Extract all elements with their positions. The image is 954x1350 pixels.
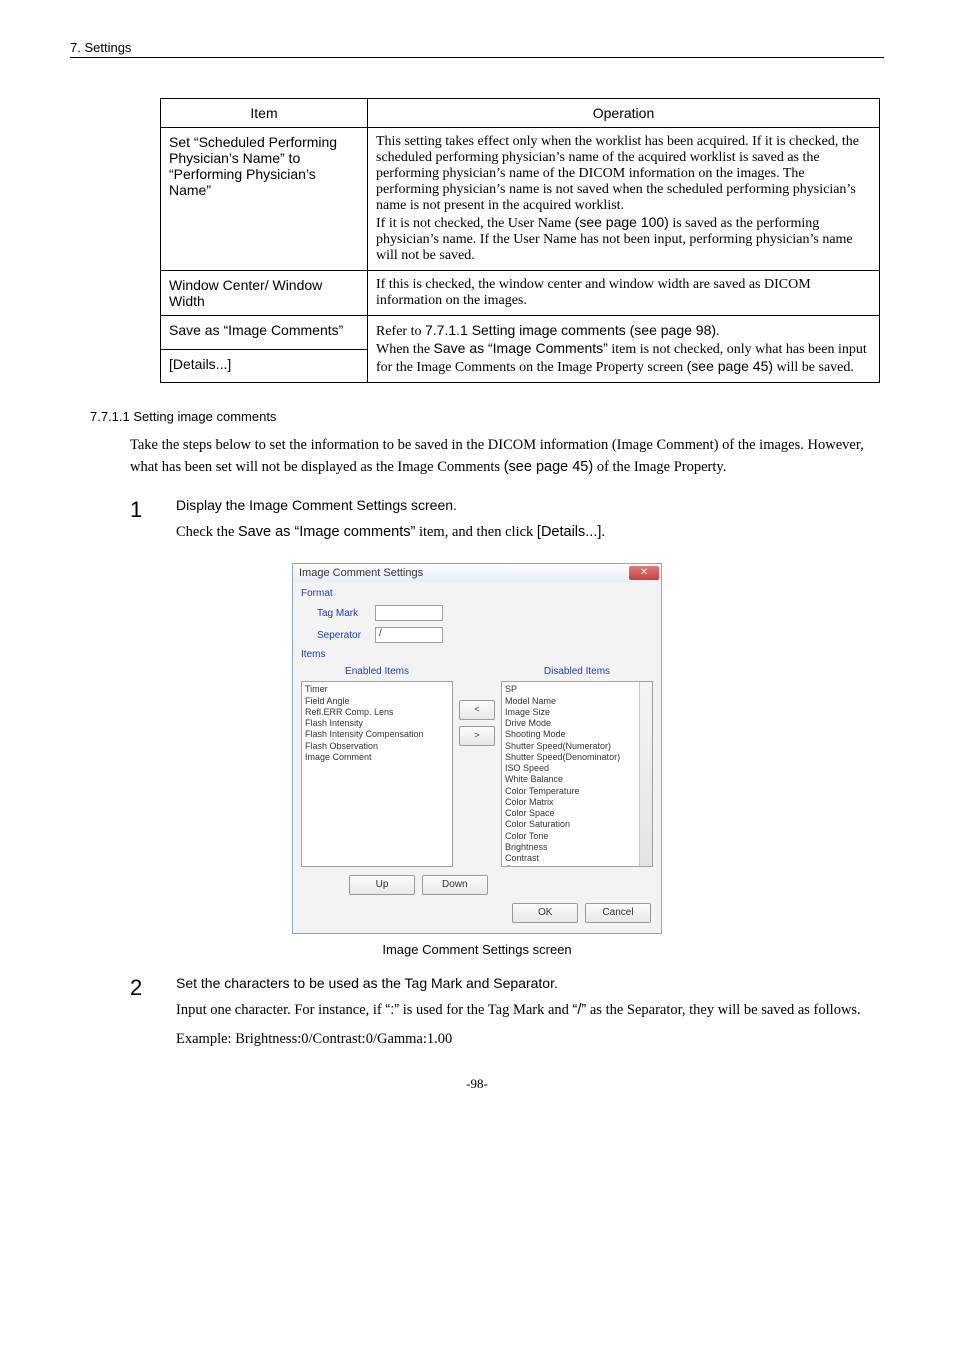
- separator-input[interactable]: /: [375, 627, 443, 643]
- row3-op: Refer to 7.7.1.1 Setting image comments …: [368, 316, 880, 383]
- up-button[interactable]: Up: [349, 875, 415, 895]
- row1-op-p2a: If it is not checked, the User Name: [376, 216, 575, 231]
- header-section: 7. Settings: [70, 40, 131, 55]
- tagmark-input[interactable]: [375, 605, 443, 621]
- row3-d: When the: [376, 342, 434, 357]
- separator-label: Seperator: [317, 630, 375, 641]
- s1c: item, and then click: [415, 524, 537, 540]
- tagmark-label: Tag Mark: [317, 608, 375, 619]
- disabled-head: Disabled Items: [501, 666, 653, 677]
- enabled-list[interactable]: Timer Field Angle Refl.ERR Comp. Lens Fl…: [301, 681, 453, 867]
- s2c: as the Separator, they will be saved as …: [586, 1002, 860, 1018]
- s1a: Check the: [176, 524, 238, 540]
- th-item: Item: [161, 99, 368, 128]
- intro-paragraph: Take the steps below to set the informat…: [130, 434, 890, 479]
- format-group-label: Format: [301, 588, 653, 599]
- row1-op-p2b: (see page 100): [575, 214, 669, 230]
- step-1-lead: Display the Image Comment Settings scree…: [176, 497, 884, 513]
- s2a: Input one character. For instance, if: [176, 1002, 385, 1018]
- move-right-button[interactable]: >: [459, 726, 495, 746]
- row2-item: Window Center/ Window Width: [161, 271, 368, 316]
- row3-h: will be saved.: [773, 360, 854, 375]
- intro-b: (see page 45): [504, 459, 593, 475]
- th-operation: Operation: [368, 99, 880, 128]
- step-1-sub: Check the Save as “Image comments” item,…: [176, 521, 884, 543]
- s1e: .: [601, 524, 605, 540]
- step-2-number: 2: [130, 975, 176, 1001]
- down-button[interactable]: Down: [422, 875, 488, 895]
- intro-a: Take the steps below to set the informat…: [130, 437, 864, 475]
- row1-item: Set “Scheduled Performing Physician’s Na…: [161, 128, 368, 271]
- move-left-button[interactable]: <: [459, 700, 495, 720]
- row3-c: .: [716, 324, 720, 339]
- s1b: Save as “Image comments”: [238, 524, 415, 540]
- row1-op-p1: This setting takes effect only when the …: [376, 134, 859, 213]
- close-icon[interactable]: ✕: [629, 566, 659, 580]
- ok-button[interactable]: OK: [512, 903, 578, 923]
- row3-a: Refer to: [376, 324, 425, 339]
- row3-g: (see page 45): [687, 358, 773, 374]
- enabled-list-content: Timer Field Angle Refl.ERR Comp. Lens Fl…: [305, 684, 449, 763]
- step-1-number: 1: [130, 497, 176, 523]
- intro-c: of the Image Property.: [593, 459, 726, 475]
- step-2-sub2: Example: Brightness:0/Contrast:0/Gamma:1…: [176, 1028, 884, 1050]
- row3-item: Save as “Image Comments”: [161, 316, 368, 350]
- subsection-head: 7.7.1.1 Setting image comments: [90, 409, 884, 424]
- row3-b: 7.7.1.1 Setting image comments (see page…: [425, 322, 716, 338]
- dialog-caption: Image Comment Settings screen: [70, 942, 884, 957]
- cancel-button[interactable]: Cancel: [585, 903, 651, 923]
- step-2: 2 Set the characters to be used as the T…: [130, 975, 884, 1056]
- enabled-head: Enabled Items: [301, 666, 453, 677]
- disabled-list[interactable]: SP Model Name Image Size Drive Mode Shoo…: [501, 681, 653, 867]
- page-number: -98-: [70, 1076, 884, 1092]
- step-2-sub1: Input one character. For instance, if “:…: [176, 999, 884, 1021]
- s2b: is used for the Tag Mark and: [399, 1002, 572, 1018]
- disabled-list-content: SP Model Name Image Size Drive Mode Shoo…: [505, 684, 649, 867]
- s1d: [Details...]: [537, 524, 601, 540]
- dialog-title: Image Comment Settings: [299, 567, 423, 579]
- row4-item: [Details...]: [161, 349, 368, 383]
- items-group-label: Items: [301, 649, 653, 660]
- settings-table: Item Operation Set “Scheduled Performing…: [160, 98, 880, 383]
- s2q1: “:”: [385, 1002, 399, 1018]
- step-2-lead: Set the characters to be used as the Tag…: [176, 975, 884, 991]
- step-1: 1 Display the Image Comment Settings scr…: [130, 497, 884, 549]
- row1-op: This setting takes effect only when the …: [368, 128, 880, 271]
- row2-op: If this is checked, the window center an…: [368, 271, 880, 316]
- row3-e: Save as “Image Comments”: [434, 340, 608, 356]
- dialog-titlebar: Image Comment Settings ✕: [293, 564, 661, 582]
- page-header: 7. Settings: [70, 40, 884, 58]
- dialog-screenshot: Image Comment Settings ✕ Format Tag Mark…: [292, 563, 662, 934]
- s2q2: “/”: [573, 1002, 587, 1018]
